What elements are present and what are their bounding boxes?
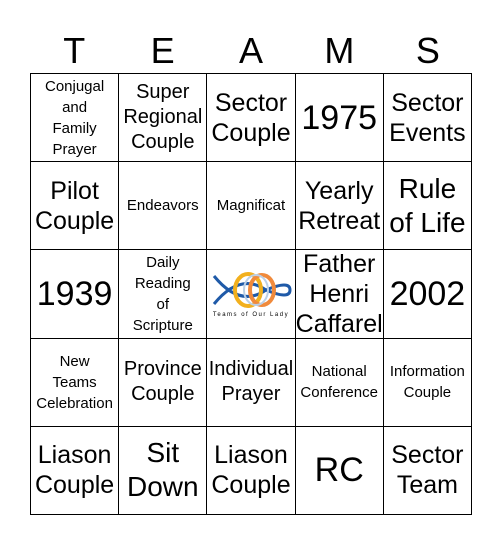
bingo-cell[interactable]: Endeavors <box>119 162 208 251</box>
bingo-cell[interactable]: New Teams Celebration <box>31 338 120 427</box>
bingo-cell[interactable]: Rule of Life <box>383 162 472 251</box>
header-letter: T <box>63 30 86 71</box>
bingo-cell[interactable]: Liason Couple <box>207 426 296 515</box>
bingo-cell[interactable]: Liason Couple <box>31 426 120 515</box>
header-letter: S <box>415 30 440 71</box>
bingo-cell[interactable]: 1975 <box>295 74 384 163</box>
header-letter: E <box>150 30 175 71</box>
bingo-header: T E A M S <box>30 30 472 72</box>
bingo-cell[interactable]: Daily Reading of Scripture <box>119 250 208 339</box>
bingo-cell[interactable]: Information Couple <box>383 338 472 427</box>
teams-of-our-lady-logo-icon <box>212 271 292 308</box>
bingo-cell[interactable]: Province Couple <box>119 338 208 427</box>
bingo-cell[interactable]: Magnificat <box>207 162 296 251</box>
bingo-cell[interactable]: Father Henri Caffarel <box>295 250 384 339</box>
bingo-cell[interactable]: Individual Prayer <box>207 338 296 427</box>
bingo-cell[interactable]: Sector Events <box>383 74 472 163</box>
bingo-grid: Conjugal and Family Prayer Super Regional… <box>30 73 472 515</box>
logo-text: Teams of Our Lady <box>212 311 290 318</box>
bingo-cell[interactable]: Pilot Couple <box>31 162 120 251</box>
bingo-cell[interactable]: Super Regional Couple <box>119 74 208 163</box>
bingo-cell[interactable]: 2002 <box>383 250 472 339</box>
bingo-cell[interactable]: RC <box>295 426 384 515</box>
bingo-cell[interactable]: Sector Couple <box>207 74 296 163</box>
header-letter: M <box>324 30 355 71</box>
bingo-cell[interactable]: Yearly Retreat <box>295 162 384 251</box>
header-letter: A <box>239 30 264 71</box>
bingo-cell[interactable]: Conjugal and Family Prayer <box>31 74 120 163</box>
bingo-cell[interactable]: Sector Team <box>383 426 472 515</box>
bingo-cell[interactable]: Sit Down <box>119 426 208 515</box>
free-space-logo[interactable]: Teams of Our Lady <box>207 250 296 339</box>
bingo-cell[interactable]: 1939 <box>31 250 120 339</box>
bingo-cell[interactable]: National Conference <box>295 338 384 427</box>
